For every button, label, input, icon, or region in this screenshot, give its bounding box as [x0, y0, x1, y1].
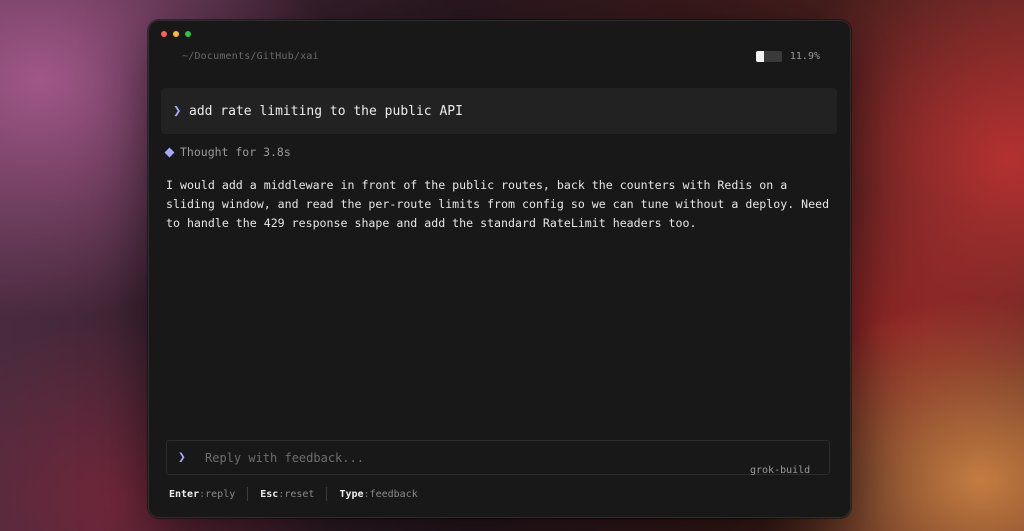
- thought-indicator[interactable]: Thought for 3.8s: [164, 145, 291, 159]
- assistant-response: I would add a middleware in front of the…: [166, 178, 830, 230]
- hint-action: reply: [205, 488, 236, 500]
- hint-enter: Enter: reply: [169, 489, 235, 500]
- hint-divider: [247, 487, 249, 501]
- diamond-icon: [164, 147, 175, 157]
- reply-input[interactable]: [205, 450, 805, 465]
- reply-chevron-icon: ❯: [178, 450, 186, 465]
- hint-key: Enter: [169, 488, 200, 500]
- context-usage-percent: 11.9%: [789, 51, 820, 62]
- window-controls: [161, 31, 191, 37]
- hint-key: Type: [339, 488, 364, 500]
- context-usage-bar: [755, 51, 782, 62]
- hint-action: reset: [284, 488, 315, 500]
- prompt-text: add rate limiting to the public API: [189, 103, 463, 119]
- close-window-button[interactable]: [161, 31, 167, 37]
- working-directory-path: ~/Documents/GitHub/xai: [182, 51, 319, 62]
- hint-key: Esc: [260, 488, 279, 500]
- prompt-chevron-icon: ❯: [173, 103, 182, 119]
- user-prompt: ❯ add rate limiting to the public API: [161, 88, 837, 134]
- hint-action: feedback: [369, 488, 418, 500]
- hint-type: Type: feedback: [339, 489, 417, 500]
- keyboard-hints: Enter: reply Esc: reset Type: feedback: [169, 487, 418, 501]
- reply-box[interactable]: ❯: [166, 440, 830, 475]
- context-usage-fill: [755, 51, 764, 62]
- context-usage: 11.9%: [755, 51, 820, 62]
- hint-divider: [326, 487, 328, 501]
- minimize-window-button[interactable]: [173, 31, 179, 37]
- thought-label: Thought for 3.8s: [180, 145, 291, 159]
- maximize-window-button[interactable]: [185, 31, 191, 37]
- terminal-window: ~/Documents/GitHub/xai 11.9% ❯ add rate …: [148, 20, 851, 518]
- model-label: grok-build: [750, 465, 811, 476]
- hint-esc: Esc: reset: [260, 489, 314, 500]
